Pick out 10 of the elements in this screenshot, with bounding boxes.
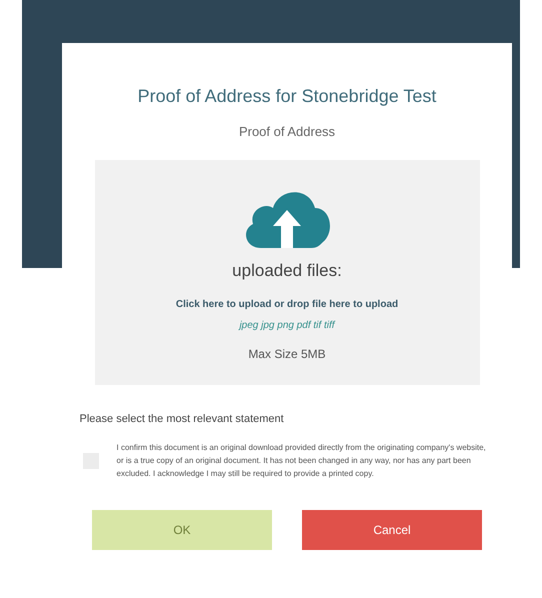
- cancel-button[interactable]: Cancel: [302, 510, 482, 550]
- dialog-subtitle: Proof of Address: [238, 123, 336, 141]
- upload-instruction-link[interactable]: Click here to upload or drop file here to upload: [176, 297, 398, 312]
- upload-dropzone[interactable]: uploaded files: Click here to upload or drop file here to upload jpeg jpg png pdf tif tiff Max Size 5MB: [94, 160, 480, 384]
- statement-text: I confirm this document is an original download provided directly from the originating company's website, or is a true copy of an original document. It has not been changed in any way, nor has any part been excluded. I acknowledge I may still be required to provide a printed copy.: [116, 442, 487, 480]
- max-size: Max Size 5MB: [248, 346, 326, 363]
- allowed-formats: jpeg jpg png pdf tif tiff: [239, 319, 335, 333]
- uploaded-files-heading: uploaded files:: [232, 260, 342, 282]
- dialog-title: Proof of Address for Stonebridge Test: [138, 85, 436, 108]
- statement-prompt: Please select the most relevant statement: [80, 412, 285, 426]
